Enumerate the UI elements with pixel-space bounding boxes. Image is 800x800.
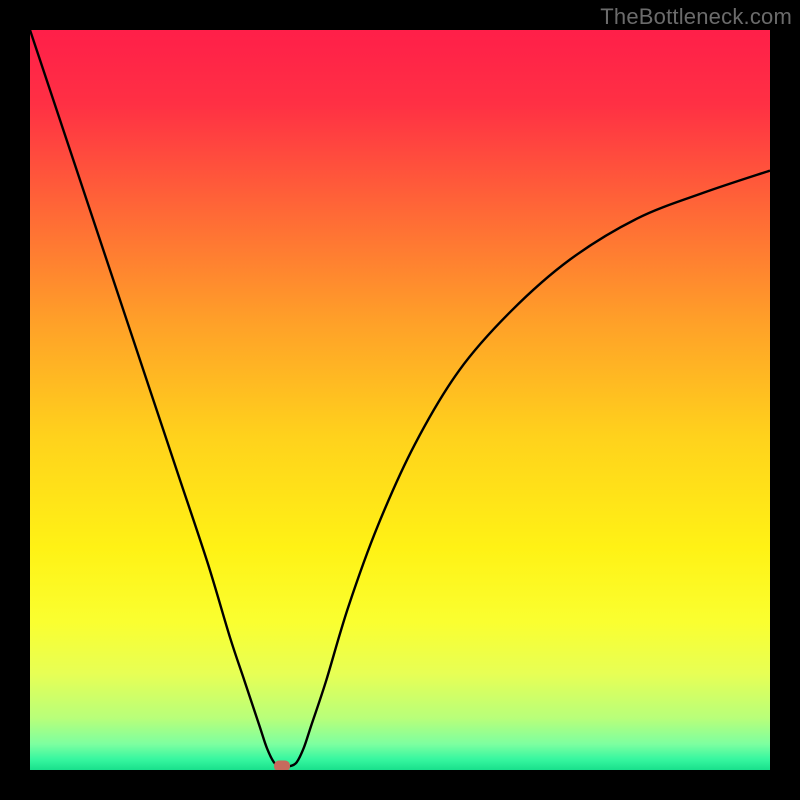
watermark-text: TheBottleneck.com xyxy=(600,4,792,30)
bottleneck-curve xyxy=(30,30,770,767)
chart-frame: TheBottleneck.com xyxy=(0,0,800,800)
plot-area xyxy=(30,30,770,770)
curve-layer xyxy=(30,30,770,770)
minimum-marker xyxy=(274,761,290,770)
